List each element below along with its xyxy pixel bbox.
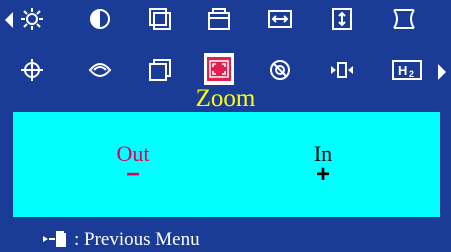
degauss-icon[interactable] (268, 58, 292, 82)
moire-icon[interactable] (88, 58, 112, 82)
zoom-out-minus-sign: − (125, 161, 140, 188)
previous-menu-label: : Previous Menu (74, 229, 200, 250)
zoom-adjust-panel: Out − In + (13, 112, 440, 217)
pincushion-icon[interactable] (392, 7, 416, 31)
horizontal-position-icon[interactable] (148, 7, 172, 31)
exit-door-icon (42, 230, 68, 248)
trapezoid-icon[interactable] (148, 58, 172, 82)
brightness-icon[interactable] (20, 7, 44, 31)
vertical-position-icon[interactable] (207, 7, 231, 31)
scroll-right-arrow-icon[interactable] (437, 63, 447, 81)
menu-title: Zoom (195, 85, 256, 112)
linearity-icon[interactable] (330, 58, 354, 82)
previous-menu-hint[interactable]: : Previous Menu (42, 229, 200, 251)
zoom-in-option[interactable]: In + (303, 142, 343, 188)
scroll-left-arrow-icon[interactable] (4, 11, 14, 29)
zoom-icon[interactable] (207, 57, 231, 81)
horizontal-size-icon[interactable] (268, 7, 292, 31)
svg-text:2: 2 (409, 69, 414, 79)
vertical-size-icon[interactable] (330, 7, 354, 31)
svg-text:H: H (398, 63, 407, 78)
osd-menu: H 2 Zoom Out − In + : Previous Menu (0, 0, 451, 252)
zoom-in-plus-sign: + (315, 161, 330, 188)
zoom-out-option[interactable]: Out − (113, 142, 153, 188)
rotation-icon[interactable] (20, 58, 44, 82)
contrast-icon[interactable] (88, 7, 112, 31)
h2-icon[interactable]: H 2 (392, 58, 422, 82)
